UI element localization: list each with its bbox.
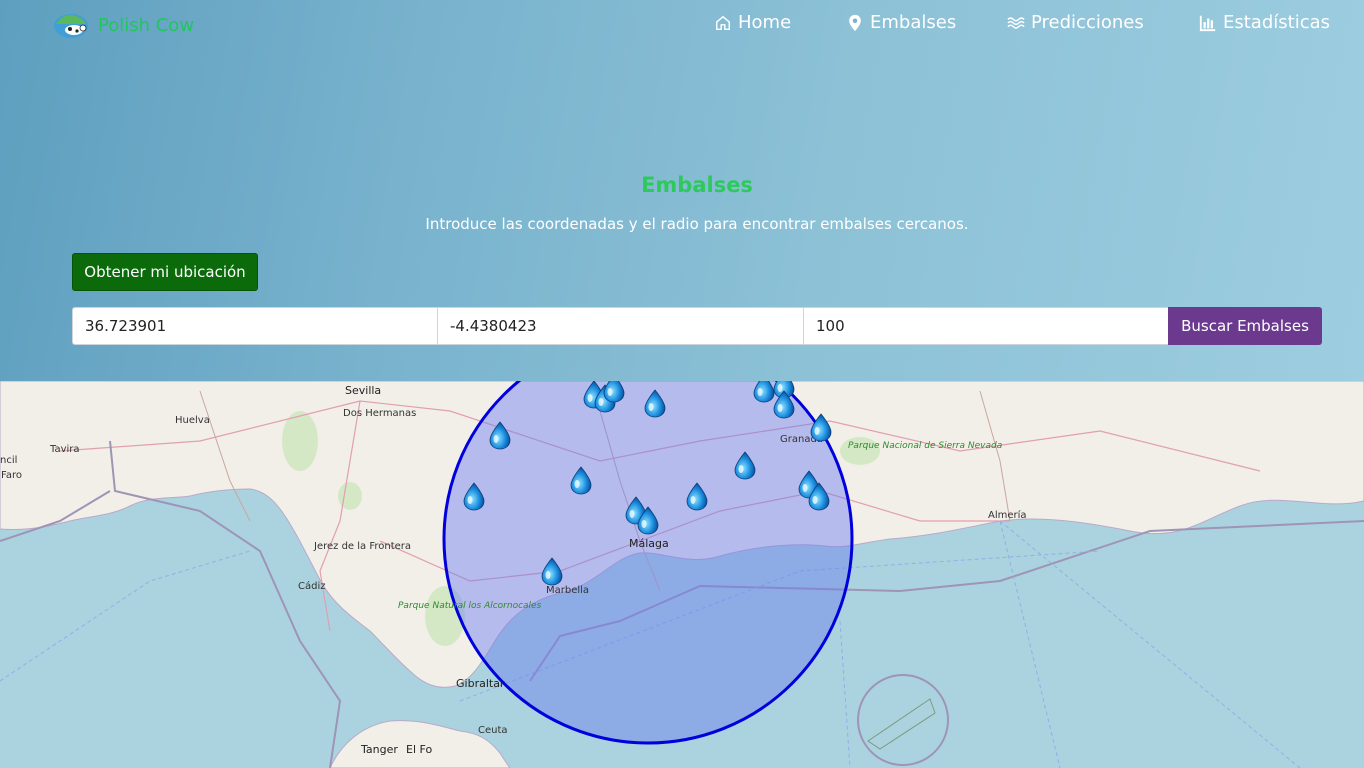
water-drop-marker-icon[interactable]: [460, 481, 488, 511]
map-label-el-fo: El Fo: [406, 743, 433, 756]
cow-logo-icon: [54, 14, 88, 38]
radius-input[interactable]: [803, 307, 1169, 345]
bar-chart-icon: [1199, 15, 1216, 31]
home-icon: [715, 15, 731, 30]
search-reservoirs-button[interactable]: Buscar Embalses: [1168, 307, 1322, 345]
map-label-cadiz: Cádiz: [298, 581, 326, 592]
water-drop-marker-icon[interactable]: [567, 465, 595, 495]
page-title: Embalses: [641, 173, 753, 197]
water-drop-marker-icon[interactable]: [486, 420, 514, 450]
map-label-sierra-nevada: Parque Nacional de Sierra Nevada: [848, 441, 1002, 452]
map-label-gibraltar: Gibraltar: [456, 677, 505, 690]
nav-estadisticas-label: Estadísticas: [1223, 12, 1331, 33]
nav-home[interactable]: Home: [714, 12, 791, 33]
nav-embalses-label: Embalses: [870, 12, 957, 33]
page-subtitle: Introduce las coordenadas y el radio par…: [425, 215, 969, 233]
map-label-faro: Faro: [1, 470, 22, 481]
map-label-malaga: Málaga: [629, 537, 669, 550]
nav-predicciones-label: Predicciones: [1031, 12, 1144, 33]
water-drop-marker-icon[interactable]: [641, 388, 669, 418]
water-drop-marker-icon[interactable]: [750, 381, 778, 403]
map-label-tanger: Tanger: [361, 743, 398, 756]
nav-predicciones[interactable]: Predicciones: [1007, 12, 1144, 33]
water-drop-marker-icon[interactable]: [538, 556, 566, 586]
water-drop-marker-icon[interactable]: [805, 481, 833, 511]
longitude-input[interactable]: [437, 307, 804, 345]
nav-embalses[interactable]: Embalses: [846, 12, 956, 33]
map-base: [0, 381, 1364, 768]
map-label-almeria: Almería: [988, 510, 1027, 521]
map-label-jerez: Jerez de la Frontera: [314, 541, 412, 552]
water-drop-marker-icon[interactable]: [634, 505, 662, 535]
water-waves-icon: [1007, 16, 1025, 29]
reservoir-map[interactable]: Sevilla Dos Hermanas Huelva Tavira ncil …: [0, 381, 1364, 768]
latitude-input[interactable]: [72, 307, 438, 345]
map-label-ceuta: Ceuta: [478, 725, 508, 736]
map-label-alcornocales: Parque Natural los Alcornocales: [398, 601, 541, 612]
brand-name: Polish Cow: [98, 14, 195, 36]
map-label-marbella: Marbella: [546, 585, 590, 596]
water-drop-marker-icon[interactable]: [600, 381, 628, 403]
brand[interactable]: Polish Cow: [52, 10, 194, 40]
map-label-huelva: Huelva: [175, 415, 210, 426]
map-label-sevilla: Sevilla: [345, 384, 382, 397]
water-drop-marker-icon[interactable]: [731, 450, 759, 480]
map-pin-icon: [849, 14, 861, 31]
water-drop-marker-icon[interactable]: [683, 481, 711, 511]
nav-home-label: Home: [738, 12, 792, 33]
get-location-button[interactable]: Obtener mi ubicación: [72, 253, 258, 291]
map-label-tavira: Tavira: [50, 444, 80, 455]
map-label-ncil: ncil: [0, 455, 18, 466]
navbar: Polish Cow Home Embalses Predicciones Es…: [0, 0, 1364, 48]
nav-estadisticas[interactable]: Estadísticas: [1199, 12, 1330, 33]
water-drop-marker-icon[interactable]: [807, 412, 835, 442]
map-label-dos-hermanas: Dos Hermanas: [343, 408, 417, 419]
